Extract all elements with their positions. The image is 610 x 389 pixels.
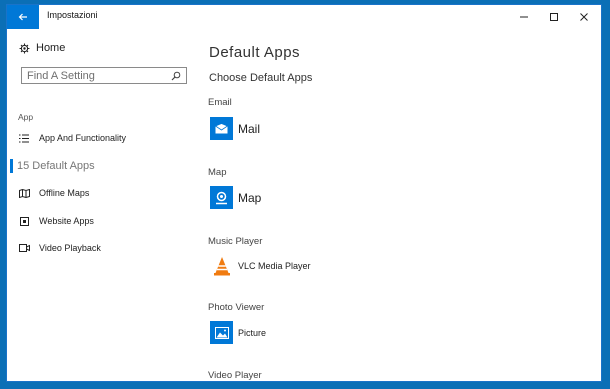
category-label-music-player: Music Player	[208, 236, 263, 247]
list-icon	[17, 133, 31, 143]
sidebar-item-label: Website Apps	[39, 216, 94, 226]
mail-icon	[210, 117, 233, 140]
maximize-icon	[550, 13, 558, 21]
email-app-button[interactable]: Mail	[210, 117, 260, 140]
category-label-video-player: Video Player	[208, 370, 262, 381]
main-content: Default Apps Choose Default Apps Email M…	[207, 29, 597, 381]
search-icon	[171, 71, 181, 80]
category-label-map: Map	[208, 167, 227, 178]
map-icon	[17, 188, 31, 198]
back-arrow-icon	[18, 13, 27, 21]
window-title: Impostazioni	[47, 10, 98, 20]
search-box[interactable]: Find A Setting	[21, 67, 187, 84]
vlc-icon	[210, 254, 233, 277]
page-title: Default Apps	[209, 44, 301, 61]
web-icon	[17, 216, 31, 226]
home-link[interactable]: Home	[19, 42, 65, 54]
minimize-icon	[520, 16, 528, 18]
app-name: VLC Media Player	[238, 260, 311, 271]
sidebar-item-label: 15 Default Apps	[17, 160, 95, 172]
app-name: Picture	[238, 327, 267, 338]
sidebar-item-website-apps[interactable]: Website Apps	[7, 216, 94, 226]
category-label-photo-viewer: Photo Viewer	[208, 302, 265, 313]
search-input[interactable]: Find A Setting	[27, 70, 95, 82]
photos-icon	[210, 321, 233, 344]
app-name: Map	[238, 190, 262, 205]
sidebar: Home Find A Setting App App And Function…	[7, 29, 197, 381]
photo-viewer-app-button[interactable]: Picture	[210, 321, 266, 344]
sidebar-item-label: App And Functionality	[39, 133, 127, 143]
home-label: Home	[36, 42, 66, 54]
sidebar-item-app-and-functionality[interactable]: App And Functionality	[7, 133, 126, 143]
sidebar-item-video-playback[interactable]: Video Playback	[7, 243, 101, 253]
category-label-email: Email	[208, 97, 232, 108]
map-app-button[interactable]: Map	[210, 186, 261, 209]
page-subtitle: Choose Default Apps	[209, 72, 313, 84]
sidebar-item-offline-maps[interactable]: Offline Maps	[7, 188, 89, 198]
gear-icon	[19, 43, 30, 53]
maps-app-icon	[210, 186, 233, 209]
music-player-app-button[interactable]: VLC Media Player	[210, 254, 311, 277]
minimize-button[interactable]	[509, 5, 539, 29]
close-button[interactable]	[569, 5, 599, 29]
settings-window: Impostazioni Home Find A Setting App App…	[6, 4, 602, 382]
close-icon	[580, 13, 588, 21]
section-label-app: App	[18, 112, 34, 122]
sidebar-item-label: Video Playback	[39, 243, 101, 253]
video-icon	[17, 244, 31, 252]
maximize-button[interactable]	[539, 5, 569, 29]
app-name: Mail	[238, 121, 261, 136]
title-bar: Impostazioni	[7, 5, 601, 29]
back-button[interactable]	[7, 5, 39, 29]
sidebar-item-default-apps[interactable]: 15 Default Apps	[7, 160, 95, 172]
sidebar-item-label: Offline Maps	[39, 188, 90, 198]
